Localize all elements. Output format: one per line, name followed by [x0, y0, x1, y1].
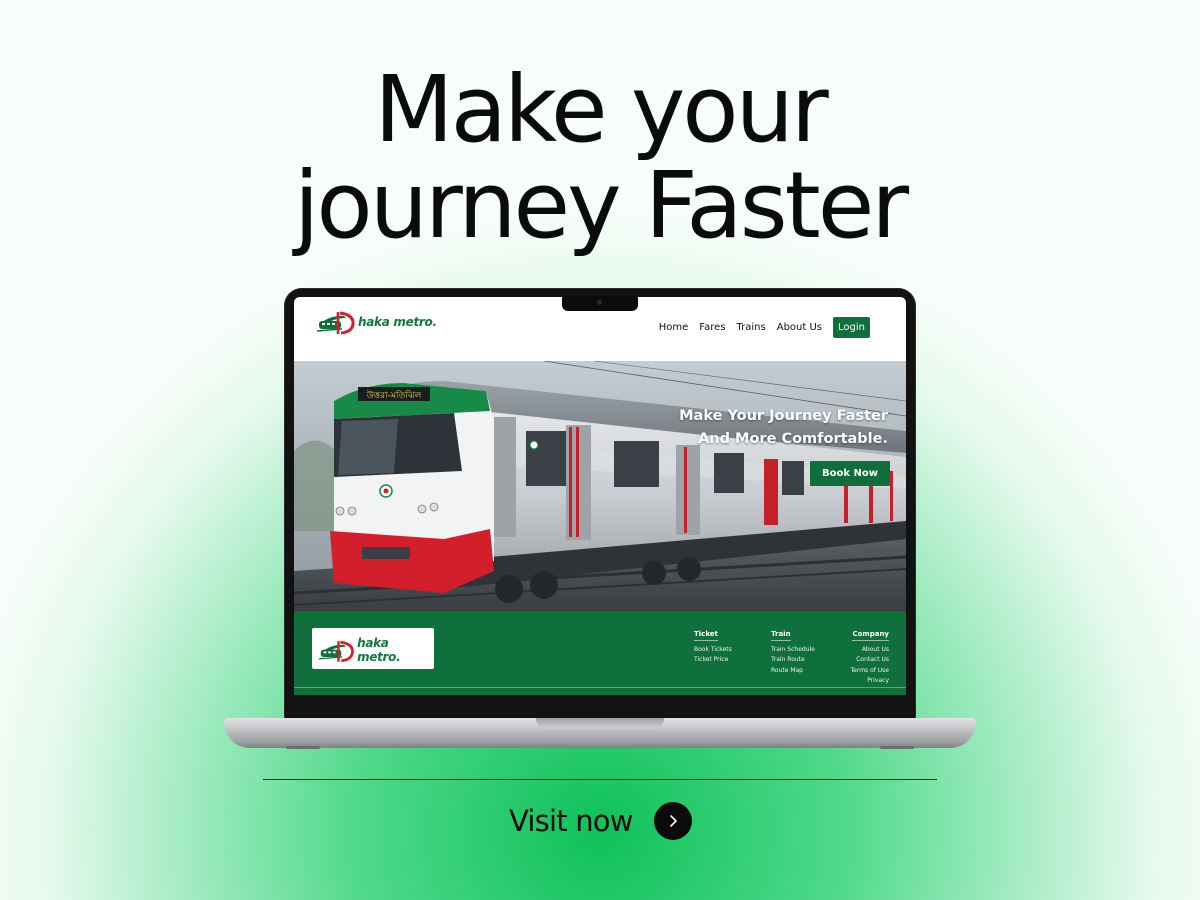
- laptop-foot-right: [880, 746, 914, 749]
- nav-link-home[interactable]: Home: [659, 322, 689, 333]
- site-logo[interactable]: haka metro.: [316, 309, 437, 335]
- headline-line-2: journey Faster: [293, 152, 909, 259]
- site-nav-links: Home Fares Trains About Us Login: [659, 317, 870, 338]
- footer-link-train-route[interactable]: Train Route: [771, 655, 815, 665]
- logo-word-haka: haka: [358, 315, 390, 329]
- book-now-button[interactable]: Book Now: [810, 461, 890, 486]
- footer-column-title: Train: [771, 630, 791, 641]
- metro-logo-icon: [318, 640, 354, 662]
- chevron-right-icon: [669, 815, 677, 827]
- metro-train-image: উত্তরা-মতিঝিল: [294, 361, 906, 611]
- train-destination-sign: উত্তরা-মতিঝিল: [366, 389, 422, 401]
- section-divider: [263, 779, 937, 780]
- footer-link-book-tickets[interactable]: Book Tickets: [694, 645, 732, 655]
- footer-logo-lockup: haka metro.: [318, 636, 434, 664]
- footer-logo[interactable]: haka metro.: [312, 628, 434, 669]
- footer-link-ticket-price[interactable]: Ticket Price: [694, 655, 732, 665]
- metro-logo-icon: [316, 311, 355, 335]
- headline: Make your journey Faster: [0, 62, 1200, 254]
- visit-now-button[interactable]: [653, 802, 692, 840]
- nav-link-trains[interactable]: Trains: [737, 322, 766, 333]
- laptop-camera: [597, 300, 602, 305]
- site-footer: haka metro. Ticket Book Tickets Ticket P…: [294, 611, 906, 695]
- footer-divider: [294, 687, 906, 688]
- visit-now-label[interactable]: Visit now: [509, 804, 633, 838]
- footer-column-ticket: Ticket Book Tickets Ticket Price: [694, 621, 732, 666]
- footer-link-about-us[interactable]: About Us: [851, 645, 889, 655]
- headline-line-1: Make your: [374, 56, 828, 163]
- footer-logo-word-metro: metro.: [357, 650, 401, 664]
- nav-link-about-us[interactable]: About Us: [777, 322, 822, 333]
- footer-column-title: Ticket: [694, 630, 718, 641]
- footer-column-train: Train Train Schedule Train Route Route M…: [771, 621, 815, 676]
- footer-link-contact-us[interactable]: Contact Us: [851, 655, 889, 665]
- visit-now-cta[interactable]: Visit now: [509, 802, 692, 840]
- footer-link-privacy[interactable]: Privacy: [851, 676, 889, 686]
- footer-link-train-schedule[interactable]: Train Schedule: [771, 645, 815, 655]
- footer-logo-word-haka: haka: [357, 636, 389, 650]
- hero-heading: Make Your Journey Faster And More Comfor…: [679, 405, 888, 451]
- hero-heading-line-2: And More Comfortable.: [698, 431, 888, 447]
- footer-link-terms-of-use[interactable]: Terms of Use: [851, 666, 889, 676]
- footer-link-route-map[interactable]: Route Map: [771, 666, 815, 676]
- laptop-screen: haka metro. Home Fares Trains About Us L…: [294, 297, 906, 695]
- laptop-base-notch: [536, 718, 664, 729]
- logo-word-metro: metro.: [393, 315, 437, 329]
- logo-wordmark: haka metro.: [358, 315, 437, 329]
- laptop-foot-left: [286, 746, 320, 749]
- nav-link-fares[interactable]: Fares: [699, 322, 725, 333]
- login-button[interactable]: Login: [833, 317, 870, 338]
- footer-column-company: Company About Us Contact Us Terms of Use…: [851, 621, 889, 687]
- hero-banner: উত্তরা-মতিঝিল Make Your Journey Faster A…: [294, 361, 906, 611]
- footer-column-title: Company: [852, 630, 889, 641]
- footer-logo-wordmark: haka metro.: [357, 636, 434, 664]
- hero-heading-line-1: Make Your Journey Faster: [679, 408, 888, 424]
